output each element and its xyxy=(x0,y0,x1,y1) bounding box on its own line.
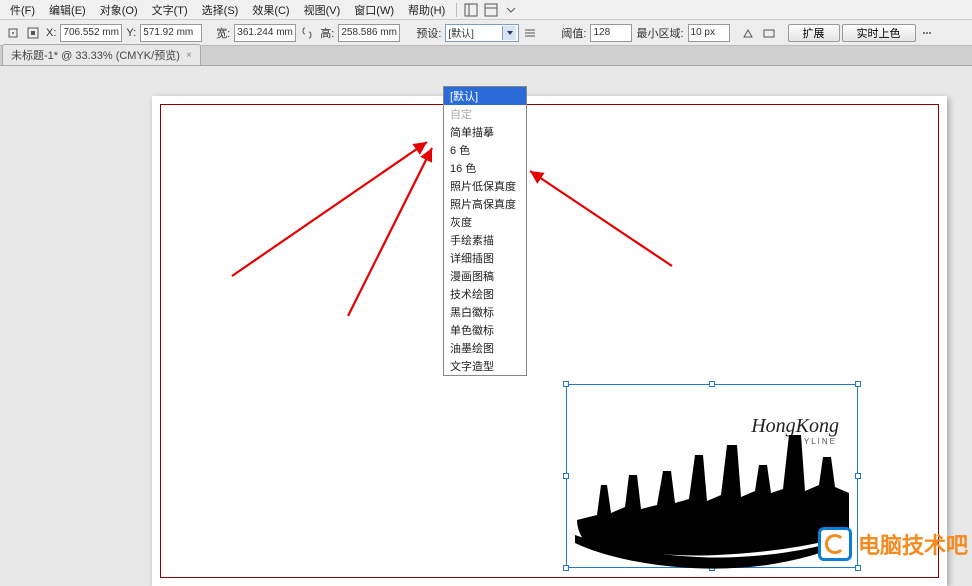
menu-edit[interactable]: 编辑(E) xyxy=(43,0,92,20)
menu-object[interactable]: 对象(O) xyxy=(94,0,144,20)
preset-option[interactable]: 详细插图 xyxy=(444,249,526,267)
preset-option[interactable]: 16 色 xyxy=(444,159,526,177)
watermark-logo-icon xyxy=(818,527,852,561)
anchor-icon[interactable] xyxy=(4,24,22,42)
menu-effect[interactable]: 效果(C) xyxy=(246,0,295,20)
menu-bar: 件(F) 编辑(E) 对象(O) 文字(T) 选择(S) 效果(C) 视图(V)… xyxy=(0,0,972,20)
x-label: X: xyxy=(46,27,56,39)
y-input[interactable] xyxy=(140,24,202,42)
preset-option[interactable]: 简单描摹 xyxy=(444,123,526,141)
preset-menu-icon[interactable] xyxy=(521,24,539,42)
preset-option[interactable]: [默认] xyxy=(444,87,526,105)
workspace: HongKong SKYLINE [默认]自定简单描摹6 色16 色照片低保真度… xyxy=(0,66,972,567)
document-tab-bar: 未标题-1* @ 33.33% (CMYK/预览) × xyxy=(0,46,972,66)
livepaint-button[interactable]: 实时上色 xyxy=(842,24,916,42)
layout-icon-1[interactable] xyxy=(462,1,480,19)
menu-select[interactable]: 选择(S) xyxy=(196,0,245,20)
preset-dropdown-list[interactable]: [默认]自定简单描摹6 色16 色照片低保真度照片高保真度灰度手绘素描详细插图漫… xyxy=(443,86,527,376)
preset-option[interactable]: 油墨绘图 xyxy=(444,339,526,357)
menu-separator xyxy=(456,3,457,17)
preview-icon[interactable] xyxy=(760,24,778,42)
y-label: Y: xyxy=(126,27,136,39)
menu-help[interactable]: 帮助(H) xyxy=(402,0,451,20)
menu-text[interactable]: 文字(T) xyxy=(146,0,194,20)
selection-bounding-box[interactable]: HongKong SKYLINE xyxy=(566,384,858,568)
preset-option[interactable]: 技术绘图 xyxy=(444,285,526,303)
document-tab[interactable]: 未标题-1* @ 33.33% (CMYK/预览) × xyxy=(2,44,201,65)
preset-option[interactable]: 照片高保真度 xyxy=(444,195,526,213)
menu-file[interactable]: 件(F) xyxy=(4,0,41,20)
artboard[interactable]: HongKong SKYLINE xyxy=(152,96,947,586)
height-label: 高: xyxy=(320,25,334,41)
toolbar-options-icon[interactable] xyxy=(918,24,936,42)
preset-option: 自定 xyxy=(444,105,526,123)
close-tab-icon[interactable]: × xyxy=(186,50,192,61)
dropdown-arrow-icon xyxy=(502,26,516,40)
website-watermark: 电脑技术吧 xyxy=(818,527,968,561)
menu-window[interactable]: 窗口(W) xyxy=(348,0,400,20)
preset-option[interactable]: 照片低保真度 xyxy=(444,177,526,195)
preset-option[interactable]: 单色徽标 xyxy=(444,321,526,339)
width-input[interactable] xyxy=(234,24,296,42)
preset-option[interactable]: 手绘素描 xyxy=(444,231,526,249)
preset-select[interactable]: [默认] xyxy=(445,24,519,42)
placed-image[interactable]: HongKong SKYLINE xyxy=(567,385,857,567)
minarea-input[interactable] xyxy=(688,24,730,42)
watermark-text: 电脑技术吧 xyxy=(858,528,968,560)
menu-view[interactable]: 视图(V) xyxy=(298,0,347,20)
width-label: 宽: xyxy=(216,25,230,41)
preset-option[interactable]: 漫画图稿 xyxy=(444,267,526,285)
preset-label: 预设: xyxy=(416,25,441,41)
x-input[interactable] xyxy=(60,24,122,42)
preset-option[interactable]: 文字造型 xyxy=(444,357,526,375)
chevron-down-icon[interactable] xyxy=(502,1,520,19)
reference-point-icon[interactable] xyxy=(24,24,42,42)
link-icon[interactable] xyxy=(298,24,316,42)
preset-option[interactable]: 灰度 xyxy=(444,213,526,231)
preset-value: [默认] xyxy=(448,25,474,40)
minarea-label: 最小区域: xyxy=(636,25,683,41)
layout-icon-2[interactable] xyxy=(482,1,500,19)
trace-icon[interactable] xyxy=(740,24,758,42)
preset-option[interactable]: 黑白徽标 xyxy=(444,303,526,321)
height-input[interactable] xyxy=(338,24,400,42)
document-tab-title: 未标题-1* @ 33.33% (CMYK/预览) xyxy=(11,47,180,63)
threshold-input[interactable] xyxy=(590,24,632,42)
options-toolbar: X: Y: 宽: 高: 预设: [默认] 阈值: 最小区域: 扩展 实时上色 xyxy=(0,20,972,46)
expand-button[interactable]: 扩展 xyxy=(788,24,840,42)
preset-option[interactable]: 6 色 xyxy=(444,141,526,159)
threshold-label: 阈值: xyxy=(561,25,586,41)
skyline-silhouette xyxy=(567,385,859,569)
